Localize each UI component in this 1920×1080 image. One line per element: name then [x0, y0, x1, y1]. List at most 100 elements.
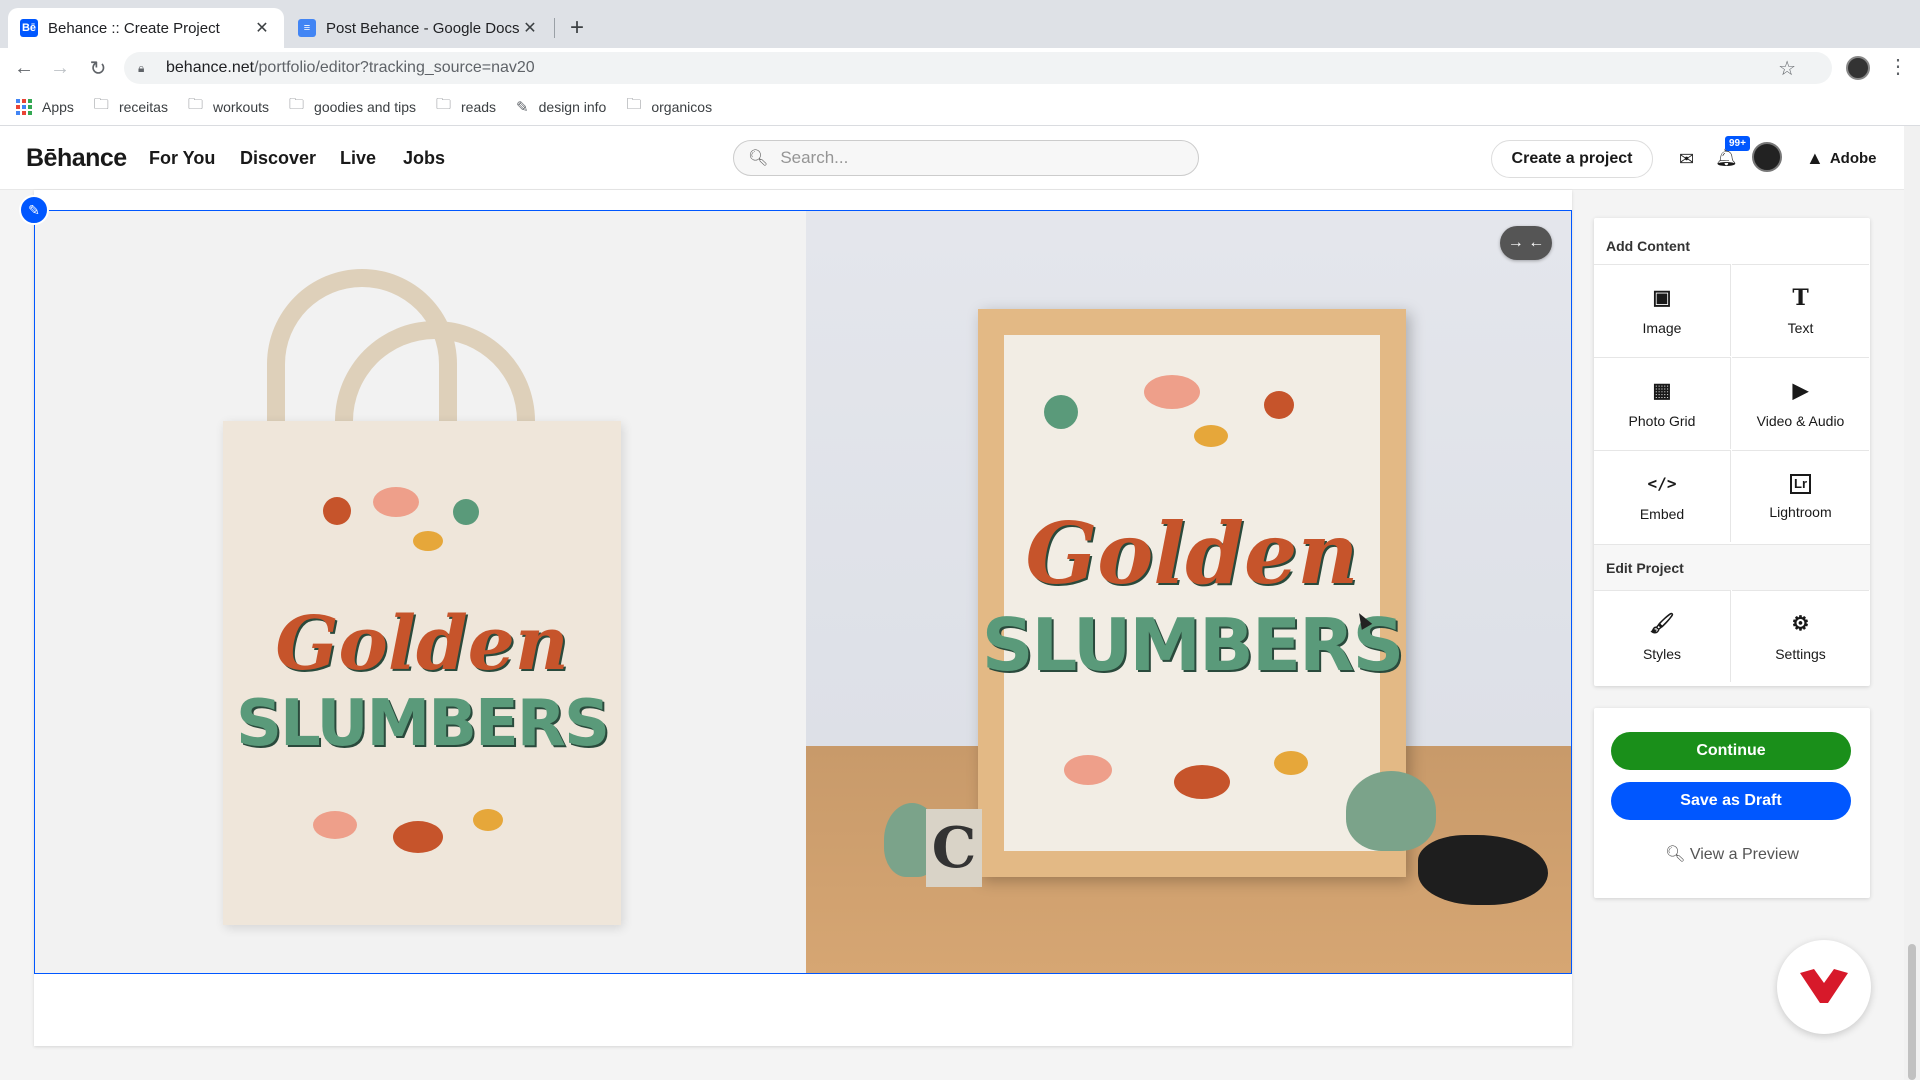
url-host: behance.net	[166, 59, 255, 76]
behance-logo[interactable]: Bēhance	[26, 144, 127, 173]
search-input[interactable]	[778, 147, 1179, 169]
styles-button[interactable]: 🖌︎ Styles	[1594, 590, 1731, 682]
tote-bag: Golden SLUMBERS	[223, 421, 621, 925]
add-video-audio-button[interactable]: ▶ Video & Audio	[1732, 357, 1869, 449]
lock-icon: 🔒︎	[138, 60, 145, 75]
google-docs-favicon-icon: ≡	[298, 19, 316, 37]
nav-live[interactable]: Live	[340, 148, 376, 169]
bookmark-goodies-and-tips[interactable]: 🗀 goodies and tips	[289, 94, 416, 119]
tab-behance-create-project[interactable]: Bē Behance :: Create Project ✕	[8, 8, 284, 48]
close-icon[interactable]: ✕	[252, 18, 272, 38]
tile-label: Styles	[1642, 645, 1682, 662]
edit-pencil-icon[interactable]: ✎	[19, 195, 49, 225]
bookmark-workouts[interactable]: 🗀 workouts	[188, 94, 269, 119]
settings-button[interactable]: ⚙ Settings	[1732, 590, 1869, 682]
text-icon: T	[1792, 284, 1809, 311]
bookmark-label: Apps	[42, 98, 74, 115]
artwork-golden-text: Golden	[275, 601, 569, 687]
forward-arrow-icon[interactable]: →	[46, 54, 74, 82]
bookmark-label: reads	[461, 98, 497, 115]
folder-icon: 🗀	[289, 96, 305, 113]
back-arrow-icon[interactable]: ←	[10, 54, 38, 82]
preview-label: View a Preview	[1689, 846, 1799, 863]
url-path: /portfolio/editor?tracking_source=nav20	[254, 59, 535, 76]
behance-favicon-icon: Bē	[20, 19, 38, 37]
red-chevron-logo-icon	[1800, 969, 1848, 1003]
code-icon: </>	[1647, 474, 1677, 493]
browser-profile-avatar[interactable]	[1846, 56, 1870, 80]
bookmark-label: workouts	[212, 98, 270, 115]
bookmark-organicos[interactable]: 🗀 organicos	[626, 94, 712, 119]
artwork-slumbers-text: SLUMBERS	[235, 687, 610, 761]
new-tab-plus-icon[interactable]: +	[570, 14, 584, 42]
tile-label: Settings	[1775, 645, 1826, 662]
tab-title: Post Behance - Google Docs	[326, 19, 520, 37]
fit-width-toggle-icon[interactable]: → ←	[1500, 226, 1552, 260]
nav-for-you[interactable]: For You	[149, 148, 215, 169]
help-badge-widget[interactable]	[1777, 940, 1871, 1034]
wooden-frame: Golden SLUMBERS	[978, 309, 1406, 877]
add-image-button[interactable]: ▣ Image	[1594, 264, 1731, 356]
golden-slumbers-artwork: Golden SLUMBERS	[982, 375, 1404, 805]
painted-clog-pot	[1418, 835, 1548, 905]
framed-print-image: Golden SLUMBERS C	[806, 211, 1571, 973]
photo-grid-icon: ▦	[1652, 380, 1672, 402]
adobe-logo-icon: ▲	[1806, 148, 1824, 168]
behance-header: Bēhance For You Discover Live Jobs 🔍︎ Cr…	[0, 126, 1904, 190]
letter-c-block: C	[926, 809, 982, 887]
continue-button[interactable]: Continue	[1611, 732, 1851, 770]
bookmark-label: goodies and tips	[314, 98, 416, 115]
tote-bag-image: Golden SLUMBERS	[35, 211, 806, 973]
bookmark-reads[interactable]: 🗀 reads	[436, 94, 496, 119]
bookmark-star-icon[interactable]: ☆	[1778, 56, 1796, 81]
bookmark-label: design info	[538, 98, 607, 115]
image-module[interactable]: Golden SLUMBERS Golden SLUMBERS C	[34, 210, 1572, 974]
bookmark-receitas[interactable]: 🗀 receitas	[94, 94, 168, 119]
bookmark-design-info[interactable]: ✎ design info	[516, 98, 606, 116]
search-icon: 🔍︎	[748, 150, 769, 167]
add-embed-button[interactable]: </> Embed	[1594, 450, 1731, 542]
folder-icon: 🗀	[187, 96, 203, 113]
lightroom-icon: Lr	[1790, 473, 1811, 494]
add-text-button[interactable]: T Text	[1732, 264, 1869, 356]
bookmark-label: organicos	[651, 98, 713, 115]
bookmark-apps[interactable]: Apps	[16, 98, 74, 115]
view-preview-link[interactable]: 🔍︎ View a Preview	[1594, 844, 1870, 864]
address-bar[interactable]: 🔒︎ behance.net/portfolio/editor?tracking…	[124, 52, 1832, 84]
tile-label: Embed	[1639, 505, 1685, 522]
edit-project-heading: Edit Project	[1606, 560, 1684, 576]
tile-label: Lightroom	[1769, 503, 1832, 520]
adobe-link[interactable]: ▲ Adobe	[1806, 148, 1877, 169]
browser-menu-icon[interactable]: ⋮	[1888, 54, 1908, 79]
search-icon: 🔍︎	[1665, 846, 1686, 863]
play-icon: ▶	[1792, 380, 1809, 402]
folder-icon: 🗀	[93, 96, 109, 113]
reload-icon[interactable]: ↻	[84, 54, 112, 82]
add-photo-grid-button[interactable]: ▦ Photo Grid	[1594, 357, 1731, 449]
close-icon[interactable]: ✕	[520, 18, 540, 38]
add-content-heading: Add Content	[1606, 238, 1690, 254]
tile-label: Image	[1642, 319, 1682, 336]
browser-toolbar: ← → ↻ 🔒︎ behance.net/portfolio/editor?tr…	[0, 48, 1920, 88]
tab-google-docs[interactable]: ≡ Post Behance - Google Docs ✕	[286, 8, 552, 48]
adobe-label: Adobe	[1829, 150, 1877, 167]
search-box: 🔍︎	[733, 140, 1199, 176]
folder-icon: 🗀	[436, 96, 452, 113]
tile-label: Text	[1787, 319, 1814, 336]
feather-icon: ✎	[516, 98, 529, 116]
scrollbar-thumb[interactable]	[1908, 944, 1916, 1080]
artwork-slumbers-text: SLUMBERS	[981, 602, 1405, 687]
artwork-golden-text: Golden	[1025, 503, 1359, 603]
save-as-draft-button[interactable]: Save as Draft	[1611, 782, 1851, 820]
page-scrollbar[interactable]	[1904, 126, 1920, 1080]
tile-label: Photo Grid	[1628, 412, 1696, 429]
nav-discover[interactable]: Discover	[240, 148, 316, 169]
browser-tabstrip: Bē Behance :: Create Project ✕ ≡ Post Be…	[0, 0, 1920, 48]
user-avatar[interactable]	[1752, 142, 1782, 172]
add-lightroom-button[interactable]: Lr Lightroom	[1732, 450, 1869, 542]
tab-separator	[554, 18, 555, 38]
mail-icon[interactable]: ✉	[1679, 149, 1694, 170]
golden-slumbers-artwork: Golden SLUMBERS	[236, 487, 610, 871]
nav-jobs[interactable]: Jobs	[403, 148, 445, 169]
create-project-button[interactable]: Create a project	[1491, 140, 1653, 178]
